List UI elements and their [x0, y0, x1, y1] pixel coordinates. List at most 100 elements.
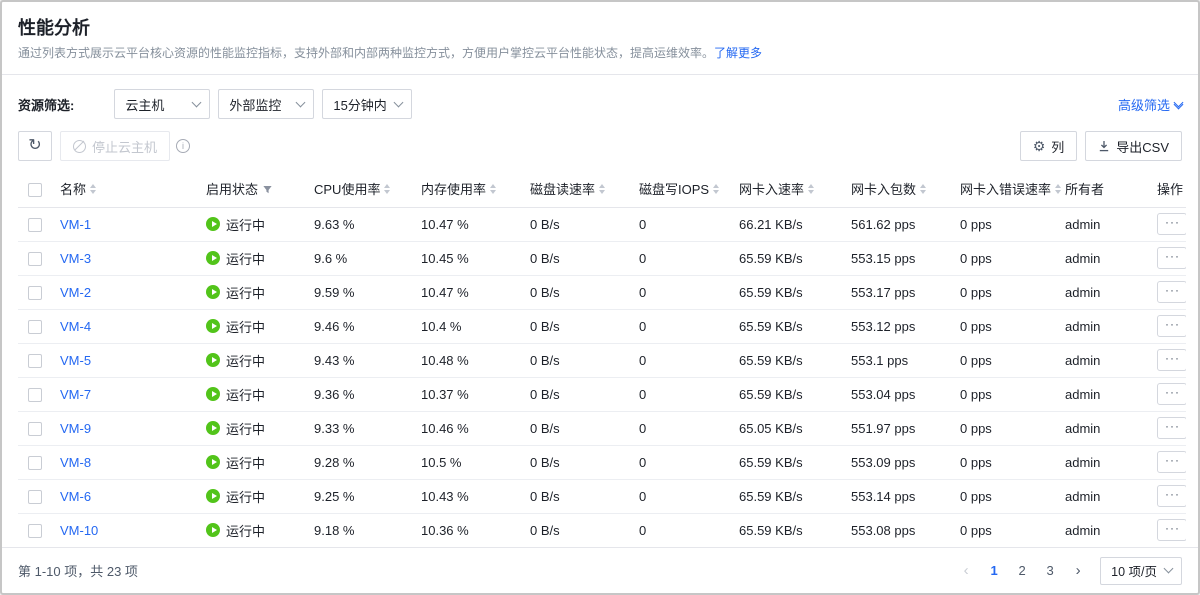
memory-usage-cell: 10.45 %	[421, 241, 530, 275]
column-label: 内存使用率	[421, 179, 486, 198]
row-checkbox[interactable]	[28, 490, 42, 504]
status-cell: 运行中	[206, 309, 314, 343]
items-summary: 第 1-10 项，共 23 项	[18, 561, 138, 580]
column-header-status[interactable]: 启用状态	[206, 171, 314, 207]
disk-read-rate-cell: 0 B/s	[530, 241, 639, 275]
row-actions-button[interactable]: ···	[1157, 315, 1186, 337]
status-label: 运行中	[226, 249, 265, 268]
prev-page-button[interactable]: ‹	[954, 559, 978, 583]
cpu-usage-cell: 9.59 %	[314, 275, 421, 309]
row-checkbox[interactable]	[28, 422, 42, 436]
sort-icon[interactable]	[90, 184, 96, 194]
info-icon[interactable]: i	[176, 139, 190, 153]
net-in-rate-cell: 65.59 KB/s	[739, 479, 851, 513]
advanced-filter-link[interactable]: 高级筛选	[1118, 95, 1182, 114]
column-label: 网卡入包数	[851, 179, 916, 198]
next-page-button[interactable]: ›	[1066, 559, 1090, 583]
vm-name-cell: VM-9	[60, 411, 206, 445]
status-cell: 运行中	[206, 479, 314, 513]
row-actions-button[interactable]: ···	[1157, 281, 1186, 303]
column-header-cpu[interactable]: CPU使用率	[314, 171, 421, 207]
column-header-name[interactable]: 名称	[60, 171, 206, 207]
table-row: VM-3运行中9.6 %10.45 %0 B/s065.59 KB/s553.1…	[18, 241, 1186, 275]
columns-button[interactable]: ⚙ 列	[1020, 131, 1078, 161]
vm-name-link[interactable]: VM-9	[60, 421, 91, 436]
monitor-type-value: 外部监控	[229, 95, 281, 114]
sort-icon[interactable]	[808, 184, 814, 194]
vm-name-link[interactable]: VM-8	[60, 455, 91, 470]
row-checkbox[interactable]	[28, 388, 42, 402]
row-actions-button[interactable]: ···	[1157, 451, 1186, 473]
checkbox-cell	[18, 479, 60, 513]
column-header-net-in-rate[interactable]: 网卡入速率	[739, 171, 851, 207]
toolbar: ↻ 停止云主机 i ⚙ 列 导出CSV	[2, 131, 1198, 161]
memory-usage-cell: 10.47 %	[421, 275, 530, 309]
vm-name-link[interactable]: VM-6	[60, 489, 91, 504]
disk-write-iops-cell: 0	[639, 241, 739, 275]
row-checkbox[interactable]	[28, 320, 42, 334]
sort-icon[interactable]	[1055, 184, 1061, 194]
select-all-checkbox[interactable]	[28, 183, 42, 197]
cpu-usage-cell: 9.63 %	[314, 207, 421, 241]
net-in-packets-cell: 553.1 pps	[851, 343, 960, 377]
net-in-packets-cell: 553.09 pps	[851, 445, 960, 479]
page-number-1[interactable]: 1	[982, 559, 1006, 583]
row-actions-button[interactable]: ···	[1157, 247, 1186, 269]
monitor-type-select[interactable]: 外部监控	[218, 89, 314, 119]
row-checkbox[interactable]	[28, 456, 42, 470]
row-actions-button[interactable]: ···	[1157, 383, 1186, 405]
memory-usage-cell: 10.4 %	[421, 309, 530, 343]
vm-name-link[interactable]: VM-4	[60, 319, 91, 334]
cpu-usage-cell: 9.6 %	[314, 241, 421, 275]
page-size-select[interactable]: 10 项/页	[1100, 557, 1182, 585]
learn-more-link[interactable]: 了解更多	[714, 46, 762, 60]
sort-icon[interactable]	[490, 184, 496, 194]
cpu-usage-cell: 9.46 %	[314, 309, 421, 343]
export-csv-label: 导出CSV	[1116, 137, 1169, 156]
status-label: 运行中	[226, 419, 265, 438]
column-header-memory[interactable]: 内存使用率	[421, 171, 530, 207]
export-csv-button[interactable]: 导出CSV	[1085, 131, 1182, 161]
vm-name-link[interactable]: VM-2	[60, 285, 91, 300]
actions-cell: ···	[1157, 241, 1186, 275]
row-actions-button[interactable]: ···	[1157, 519, 1186, 541]
refresh-button[interactable]: ↻	[18, 131, 52, 161]
vm-name-link[interactable]: VM-10	[60, 523, 98, 538]
sort-icon[interactable]	[920, 184, 926, 194]
vm-name-link[interactable]: VM-3	[60, 251, 91, 266]
page-subtitle: 通过列表方式展示云平台核心资源的性能监控指标，支持外部和内部两种监控方式，方便用…	[18, 46, 1182, 61]
stop-vm-button[interactable]: 停止云主机	[60, 131, 170, 161]
time-range-select[interactable]: 15分钟内	[322, 89, 412, 119]
row-checkbox[interactable]	[28, 286, 42, 300]
sort-icon[interactable]	[713, 184, 719, 194]
column-header-disk-read[interactable]: 磁盘读速率	[530, 171, 639, 207]
row-checkbox[interactable]	[28, 218, 42, 232]
column-header-net-in-packets[interactable]: 网卡入包数	[851, 171, 960, 207]
page-number-3[interactable]: 3	[1038, 559, 1062, 583]
row-actions-button[interactable]: ···	[1157, 213, 1186, 235]
row-actions-button[interactable]: ···	[1157, 349, 1186, 371]
row-actions-button[interactable]: ···	[1157, 417, 1186, 439]
row-checkbox[interactable]	[28, 524, 42, 538]
filter-icon[interactable]	[262, 184, 273, 195]
resource-type-select[interactable]: 云主机	[114, 89, 210, 119]
column-header-owner: 所有者	[1065, 171, 1157, 207]
vm-name-link[interactable]: VM-1	[60, 217, 91, 232]
sort-icon[interactable]	[599, 184, 605, 194]
column-header-disk-write-iops[interactable]: 磁盘写IOPS	[639, 171, 739, 207]
row-checkbox[interactable]	[28, 252, 42, 266]
sort-icon[interactable]	[384, 184, 390, 194]
row-checkbox[interactable]	[28, 354, 42, 368]
vm-name-link[interactable]: VM-7	[60, 387, 91, 402]
page-subtitle-text: 通过列表方式展示云平台核心资源的性能监控指标，支持外部和内部两种监控方式，方便用…	[18, 46, 714, 60]
status-cell: 运行中	[206, 241, 314, 275]
memory-usage-cell: 10.36 %	[421, 513, 530, 547]
actions-cell: ···	[1157, 275, 1186, 309]
running-status-icon	[206, 387, 220, 401]
owner-cell: admin	[1065, 309, 1157, 343]
row-actions-button[interactable]: ···	[1157, 485, 1186, 507]
column-header-net-in-errors[interactable]: 网卡入错误速率	[960, 171, 1065, 207]
page-number-2[interactable]: 2	[1010, 559, 1034, 583]
disk-write-iops-cell: 0	[639, 377, 739, 411]
vm-name-link[interactable]: VM-5	[60, 353, 91, 368]
